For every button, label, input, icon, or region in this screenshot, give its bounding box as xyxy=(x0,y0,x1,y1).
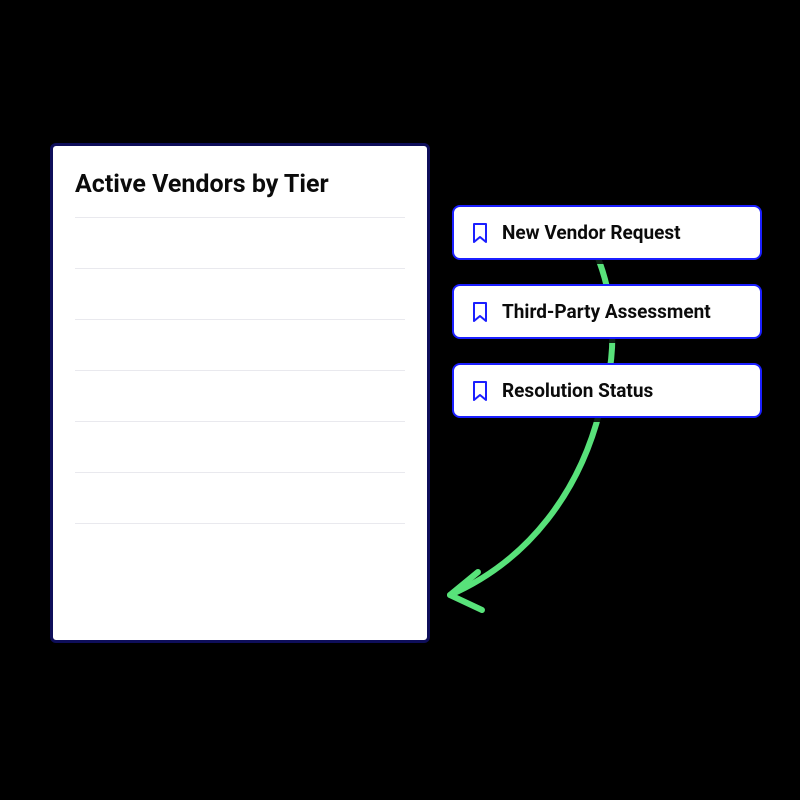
workflow-item[interactable]: Resolution Status xyxy=(452,363,762,418)
workflow-item-label: Third-Party Assessment xyxy=(502,300,711,323)
bar-group xyxy=(75,217,405,625)
chart-card: Active Vendors by Tier xyxy=(50,143,430,643)
workflow-item[interactable]: New Vendor Request xyxy=(452,205,762,260)
workflow-item-label: New Vendor Request xyxy=(502,221,681,244)
chart-title: Active Vendors by Tier xyxy=(75,170,405,199)
workflow-item[interactable]: Third-Party Assessment xyxy=(452,284,762,339)
bar-chart xyxy=(75,217,405,625)
workflow-list: New Vendor Request Third-Party Assessment… xyxy=(452,205,762,418)
bookmark-icon xyxy=(472,381,488,401)
workflow-item-label: Resolution Status xyxy=(502,379,653,402)
bookmark-icon xyxy=(472,302,488,322)
bookmark-icon xyxy=(472,223,488,243)
